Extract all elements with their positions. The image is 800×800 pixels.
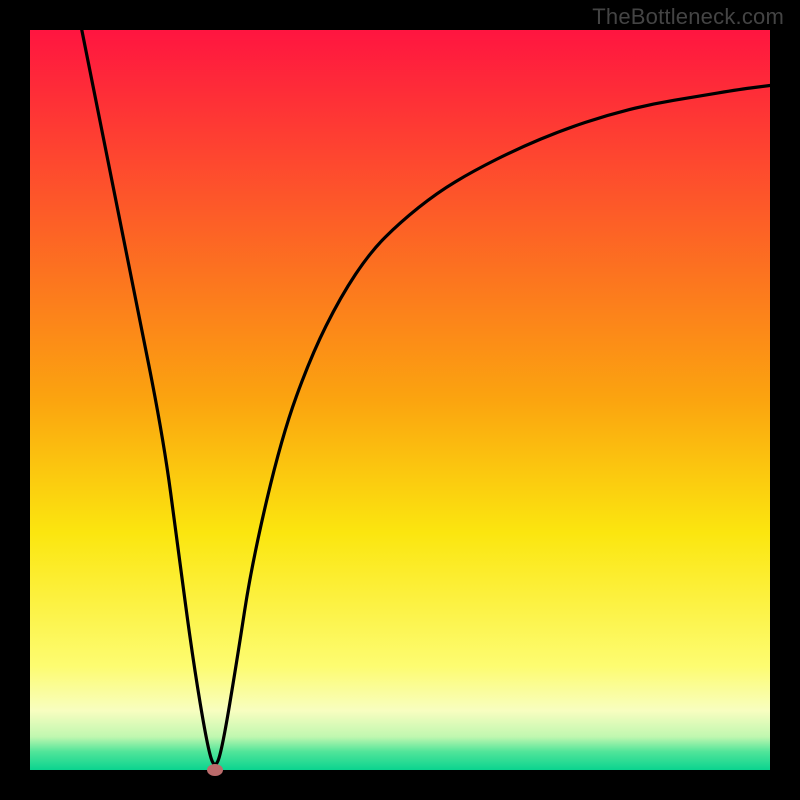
gradient-background [30,30,770,770]
watermark-text: TheBottleneck.com [592,4,784,30]
optimal-point-marker [207,764,223,776]
chart-frame: TheBottleneck.com [0,0,800,800]
plot-area [30,30,770,770]
